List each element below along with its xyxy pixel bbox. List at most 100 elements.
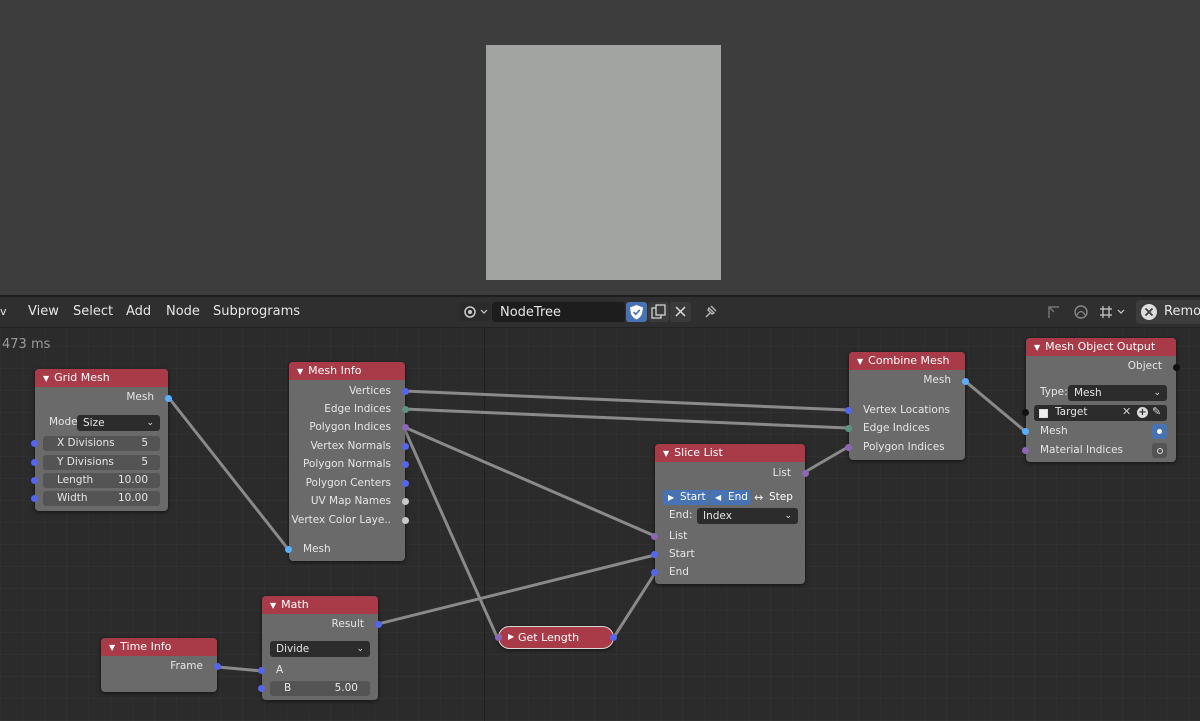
- node-header[interactable]: ▼ Mesh Object Output: [1026, 338, 1176, 356]
- duplicate-icon[interactable]: [648, 302, 669, 322]
- input-socket-a[interactable]: [258, 667, 265, 674]
- collapse-triangle-icon[interactable]: ▼: [109, 643, 115, 652]
- menu-subprograms[interactable]: Subprograms: [213, 304, 300, 319]
- output-socket-vertex-normals[interactable]: [402, 443, 409, 450]
- step-mode-button[interactable]: ↔ Step: [753, 490, 799, 505]
- pin-icon[interactable]: [700, 302, 720, 322]
- menu-node[interactable]: Node: [166, 304, 200, 319]
- input-socket-mesh[interactable]: [285, 546, 292, 553]
- node-header[interactable]: ▼ Slice List: [655, 444, 805, 462]
- type-dropdown[interactable]: Mesh ⌄: [1068, 385, 1167, 401]
- eyedropper-icon[interactable]: ✎: [1152, 405, 1161, 418]
- output-socket-length[interactable]: [610, 634, 617, 641]
- output-socket-polygon-indices[interactable]: [402, 424, 409, 431]
- collapse-triangle-icon[interactable]: ▼: [857, 357, 863, 366]
- node-header[interactable]: ▼ Time Info: [101, 638, 217, 656]
- node-slice-list[interactable]: ▼ Slice List List ▶ Start ◀ End ↔ Step End: …: [651, 444, 809, 584]
- output-socket-list[interactable]: [802, 470, 809, 477]
- collapse-triangle-icon[interactable]: ▼: [297, 367, 303, 376]
- node-get-length[interactable]: ▶ Get Length: [495, 626, 617, 649]
- input-socket-material-indices[interactable]: [1022, 447, 1029, 454]
- editor-type-chevron[interactable]: v: [0, 305, 7, 318]
- snapping-icon[interactable]: [1096, 302, 1130, 322]
- add-object-icon[interactable]: +: [1137, 407, 1148, 418]
- node-grid-mesh[interactable]: ▼ Grid Mesh Mesh Mode Size ⌄ X Divisions 5 …: [31, 369, 172, 511]
- x-divisions-field[interactable]: X Divisions 5: [43, 436, 160, 451]
- chevron-down-icon: ⌄: [1153, 388, 1161, 398]
- end-mode-dropdown[interactable]: Index ⌄: [697, 508, 798, 524]
- end-mode-button[interactable]: ◀ End: [710, 490, 751, 505]
- output-socket-result[interactable]: [375, 621, 382, 628]
- input-socket-polygon-indices[interactable]: [845, 444, 852, 451]
- node-math[interactable]: ▼ Math Result Divide ⌄ A B 5.00: [258, 596, 382, 700]
- output-socket-polygon-normals[interactable]: [402, 461, 409, 468]
- output-socket-object[interactable]: [1173, 364, 1180, 371]
- start-mode-button[interactable]: ▶ Start: [663, 490, 709, 505]
- output-socket-vertices[interactable]: [402, 388, 409, 395]
- output-socket-vertex-color-layers[interactable]: [402, 517, 409, 524]
- collapse-triangle-icon[interactable]: ▼: [43, 374, 49, 383]
- input-socket-vertex-locations[interactable]: [845, 407, 852, 414]
- chevron-down-icon: ⌄: [784, 511, 792, 521]
- input-socket-y-divisions[interactable]: [31, 459, 38, 466]
- input-socket-b[interactable]: [258, 685, 265, 692]
- end-mode-value: Index: [703, 510, 732, 522]
- output-socket-uv-map-names[interactable]: [402, 498, 409, 505]
- node-header[interactable]: ▼ Combine Mesh: [849, 352, 965, 370]
- mode-value: Size: [83, 417, 105, 429]
- overlay-icon[interactable]: [1070, 302, 1092, 322]
- output-socket-mesh[interactable]: [962, 378, 969, 385]
- start-label: Start: [680, 491, 706, 503]
- unlink-close-icon[interactable]: [670, 302, 691, 322]
- input-socket-length[interactable]: [31, 477, 38, 484]
- node-mesh-object-output[interactable]: ▼ Mesh Object Output Object Type: Mesh ⌄ T…: [1022, 338, 1180, 462]
- input-socket-target[interactable]: [1022, 409, 1029, 416]
- fake-user-shield-icon[interactable]: [626, 302, 647, 322]
- expand-triangle-icon[interactable]: ▶: [508, 632, 514, 641]
- output-label-vertex-normals: Vertex Normals: [310, 440, 391, 452]
- collapse-triangle-icon[interactable]: ▼: [1034, 343, 1040, 352]
- 3d-viewport[interactable]: [0, 0, 1200, 295]
- type-value: Mesh: [1074, 387, 1102, 399]
- menu-add[interactable]: Add: [126, 304, 151, 319]
- input-socket-start[interactable]: [651, 551, 658, 558]
- operation-dropdown[interactable]: Divide ⌄: [270, 641, 370, 657]
- field-value: 10.00: [117, 492, 148, 504]
- node-header[interactable]: ▼ Math: [262, 596, 378, 614]
- grid-plane-object[interactable]: [486, 45, 721, 280]
- input-socket-list[interactable]: [651, 533, 658, 540]
- collapse-triangle-icon[interactable]: ▼: [663, 449, 669, 458]
- length-field[interactable]: Length 10.00: [43, 473, 160, 488]
- output-socket-edge-indices[interactable]: [402, 406, 409, 413]
- input-socket-list[interactable]: [495, 634, 502, 641]
- node-tree-type-icon[interactable]: [459, 303, 491, 321]
- y-divisions-field[interactable]: Y Divisions 5: [43, 455, 160, 470]
- output-socket-frame[interactable]: [214, 663, 221, 670]
- node-header[interactable]: ▼ Mesh Info: [289, 362, 405, 380]
- node-combine-mesh[interactable]: ▼ Combine Mesh Mesh Vertex Locations Edge…: [845, 352, 969, 460]
- input-socket-end[interactable]: [651, 569, 658, 576]
- input-socket-mesh[interactable]: [1022, 428, 1029, 435]
- target-object-field[interactable]: Target ✕ + ✎: [1034, 405, 1167, 421]
- mode-dropdown[interactable]: Size ⌄: [77, 415, 160, 431]
- output-socket-polygon-centers[interactable]: [402, 480, 409, 487]
- node-time-info[interactable]: ▼ Time Info Frame: [101, 638, 221, 692]
- node-tree-name-field[interactable]: NodeTree: [492, 302, 625, 322]
- input-socket-x-divisions[interactable]: [31, 440, 38, 447]
- b-value-field[interactable]: B 5.00: [270, 681, 370, 696]
- menu-select[interactable]: Select: [73, 304, 113, 319]
- input-socket-edge-indices[interactable]: [845, 425, 852, 432]
- menu-view[interactable]: View: [28, 304, 59, 319]
- width-field[interactable]: Width 10.00: [43, 491, 160, 506]
- material-indices-toggle-icon[interactable]: [1152, 443, 1167, 458]
- mesh-toggle-icon[interactable]: [1152, 424, 1167, 439]
- input-socket-width[interactable]: [31, 495, 38, 502]
- output-label-mesh: Mesh: [126, 391, 154, 403]
- output-socket-mesh[interactable]: [165, 395, 172, 402]
- collapse-triangle-icon[interactable]: ▼: [270, 601, 276, 610]
- node-mesh-info[interactable]: ▼ Mesh Info Vertices Edge Indices Polygon…: [285, 362, 409, 561]
- parent-node-tree-icon[interactable]: [1043, 302, 1065, 322]
- node-header[interactable]: ▼ Grid Mesh: [35, 369, 168, 387]
- clear-target-icon[interactable]: ✕: [1122, 405, 1131, 418]
- remove-button[interactable]: Remov: [1136, 300, 1200, 324]
